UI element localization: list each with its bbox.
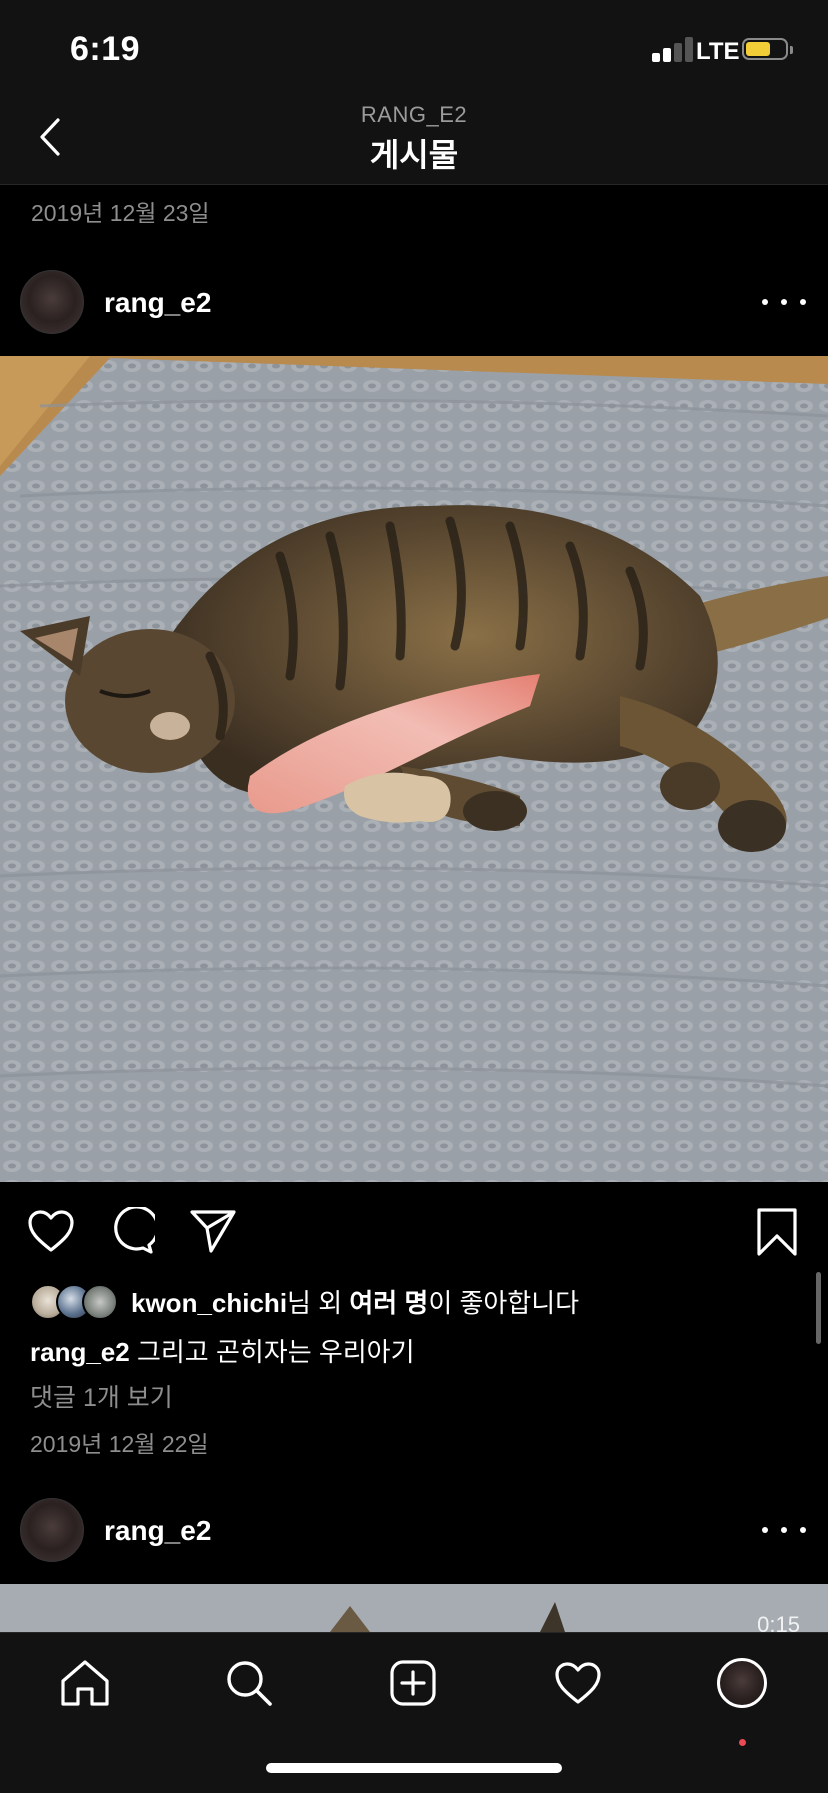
avatar[interactable] [20,270,84,334]
likes-end: 이 좋아합니다 [428,1287,580,1318]
scrollbar[interactable] [816,1272,821,1344]
new-post-icon [390,1660,436,1706]
comment-icon [114,1207,155,1254]
likes-suffix: 님 외 [287,1287,350,1318]
tab-new-post[interactable] [383,1653,443,1713]
page-title: 게시물 [369,137,459,173]
more-options-button[interactable] [762,1518,806,1542]
more-options-button[interactable] [762,290,806,314]
network-type: LTE [696,38,740,65]
previous-post-date: 2019년 12월 23일 [31,200,210,226]
likes-others[interactable]: 여러 명 [349,1288,428,1318]
search-icon [227,1661,272,1706]
bookmark-icon [757,1208,797,1256]
avatar[interactable] [20,1498,84,1562]
home-icon [61,1660,109,1706]
likes-text: kwon_chichi님 외 여러 명이 좋아합니다 [131,1283,579,1320]
post-username[interactable]: rang_e2 [104,287,211,319]
chevron-left-icon [40,118,60,156]
likes-row[interactable]: kwon_chichi님 외 여러 명이 좋아합니다 [30,1282,579,1320]
post-date: 2019년 12월 22일 [30,1431,209,1457]
dot-icon [800,299,806,305]
avatar [82,1284,118,1320]
nav-header: RANG_E2 게시물 [0,96,828,185]
share-button[interactable] [188,1206,238,1256]
next-post-media[interactable] [0,1584,828,1632]
like-button[interactable] [26,1206,76,1256]
tab-home[interactable] [55,1653,115,1713]
post-photo[interactable] [0,356,828,1182]
profile-avatar [717,1658,767,1708]
caption-username[interactable]: rang_e2 [30,1337,130,1367]
header-title-group: RANG_E2 게시물 [0,102,828,176]
dot-icon [762,1527,768,1533]
photo-illustration [0,356,828,1182]
activity-heart-icon [555,1662,601,1704]
dot-icon [762,299,768,305]
battery-icon [742,38,793,60]
post-caption: rang_e2 그리고 곤히자는 우리아기 [30,1332,415,1369]
header-username: RANG_E2 [360,102,468,127]
save-button[interactable] [752,1206,802,1258]
home-indicator[interactable] [266,1763,562,1773]
caption-text: 그리고 곤히자는 우리아기 [129,1337,415,1367]
back-button[interactable] [30,112,70,162]
dot-icon [781,299,787,305]
notification-dot [739,1739,746,1746]
liker-avatars [30,1284,120,1320]
dot-icon [781,1527,787,1533]
cellular-signal-icon [652,36,694,62]
dot-icon [800,1527,806,1533]
next-post-username[interactable]: rang_e2 [104,1515,211,1547]
tab-profile[interactable] [712,1653,772,1713]
send-icon [190,1210,236,1253]
view-comments-link[interactable]: 댓글 1개 보기 [30,1378,173,1414]
tab-activity[interactable] [548,1653,608,1713]
heart-icon [28,1210,74,1252]
status-time: 6:19 [70,30,141,68]
tab-search[interactable] [219,1653,279,1713]
next-photo-illustration [0,1584,828,1632]
comment-button[interactable] [106,1206,156,1256]
liker-username[interactable]: kwon_chichi [131,1288,287,1318]
